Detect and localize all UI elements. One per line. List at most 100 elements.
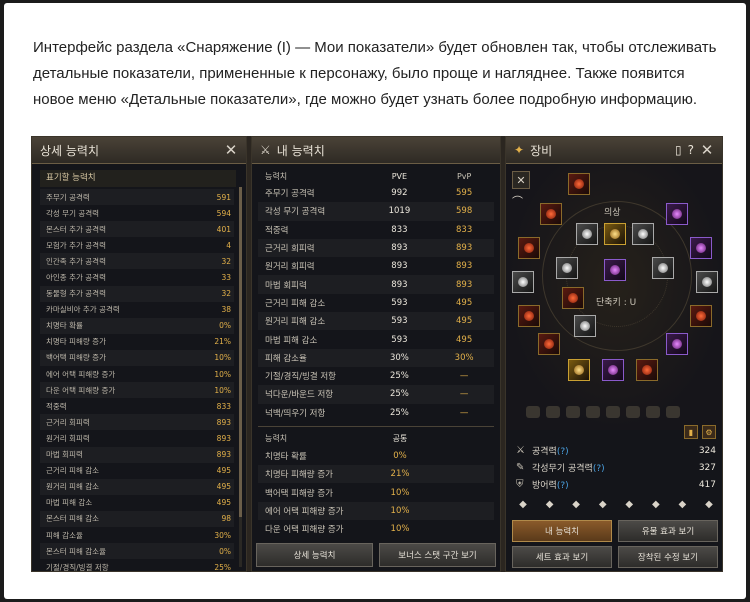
lantern-slot[interactable] [512, 271, 534, 293]
my-stats-panel: ⚔ 내 능력치 능력치 PVE PvP 주무기 공격력 992 595 각성 무기 공… [251, 136, 501, 572]
pvp-value: — [459, 389, 469, 400]
tool-icon[interactable] [666, 406, 680, 418]
gear-icon[interactable]: ⚙ [702, 425, 716, 439]
tool-slot[interactable] [574, 315, 596, 337]
list-item: 인간족 추가 공격력 32 [40, 253, 234, 270]
list-item: 동물형 추가 공격력 32 [40, 285, 234, 302]
document-icon[interactable]: ▯ [675, 143, 682, 157]
help-icon[interactable]: ? [688, 143, 694, 157]
tool-icon[interactable] [586, 406, 600, 418]
stat-value: 594 [216, 208, 231, 218]
awakening-sword-icon: ✎ [516, 462, 525, 473]
pve-value: 1019 [388, 206, 411, 217]
detail-stats-button[interactable]: 상세 능력치 [256, 543, 373, 567]
awakening-weapon-slot[interactable] [562, 287, 584, 309]
paw-icon[interactable]: ◆ [596, 499, 610, 513]
belt-slot[interactable] [690, 237, 712, 259]
tool-icon[interactable] [626, 406, 640, 418]
scrollbar-thumb[interactable] [239, 187, 242, 517]
earring-slot[interactable] [540, 203, 562, 225]
tool-icon[interactable] [646, 406, 660, 418]
necklace-slot[interactable] [518, 237, 540, 259]
stat-value: 893 [216, 450, 231, 460]
help-link[interactable]: (?) [593, 464, 605, 474]
stat-value: 98 [221, 514, 231, 524]
col-common-header: 공통 [392, 434, 408, 444]
equipment-stat-row: ⚔ 공격력(?) 324 [516, 442, 716, 459]
close-icon[interactable]: ✕ [700, 141, 714, 159]
scrollbar[interactable] [239, 187, 242, 567]
alchemy-stone-slot[interactable] [604, 259, 626, 281]
detail-stats-panel: 상세 능력치 ✕ 표기할 능력치 주무기 공격력 591 각성 무기 공격력 594 몬… [31, 136, 247, 572]
stat-value: 4 [226, 240, 231, 250]
pve-value: 833 [391, 224, 408, 235]
bonus-stat-range-button[interactable]: 보너스 스탯 구간 보기 [379, 543, 496, 567]
table-row: 에어 어택 피해량 증가 10% [258, 501, 494, 521]
equipment-title: 장비 [530, 143, 553, 158]
list-item: 카마실비아 추가 공격력 38 [40, 302, 234, 318]
help-link[interactable]: (?) [557, 481, 569, 491]
lock-icon[interactable]: ▮ [684, 425, 698, 439]
ring-slot[interactable] [666, 203, 688, 225]
my-stats-button[interactable]: 내 능력치 [512, 520, 612, 542]
shield-icon[interactable]: ◆ [516, 499, 530, 513]
help-link[interactable]: (?) [557, 447, 569, 457]
bow-icon[interactable]: ⌒ [512, 193, 523, 209]
tool-icon[interactable] [606, 406, 620, 418]
stat-value: 833 [216, 401, 231, 411]
mask-icon[interactable]: ◆ [543, 499, 557, 513]
pet-slot[interactable] [696, 271, 718, 293]
gloves-slot[interactable] [666, 333, 688, 355]
list-item: 몬스터 피해 감소율 0% [40, 543, 234, 560]
stat-name: 마법 피해 감소 [265, 335, 318, 346]
stat-value: 327 [698, 462, 716, 473]
pve-value: 893 [391, 279, 408, 290]
list-item: 피해 감소율 30% [40, 527, 234, 543]
costume-weapon-slot[interactable] [652, 257, 674, 279]
stat-name: 인간족 추가 공격력 [46, 256, 106, 266]
tool-icon[interactable] [546, 406, 560, 418]
pve-pvp-rows: 주무기 공격력 992 595 각성 무기 공격력 1019 598 적중력 833 833 근거… [258, 184, 494, 422]
stat-name: 넉다운/바운드 저항 [265, 390, 334, 401]
bust-icon[interactable]: ◆ [675, 499, 689, 513]
fist-icon[interactable]: ◆ [649, 499, 663, 513]
helmet-slot[interactable] [568, 173, 590, 195]
common-value: 21% [390, 469, 410, 480]
close-icon[interactable]: ✕ [224, 141, 238, 159]
stat-name: 원거리 피해 감소 [265, 317, 326, 328]
sword-toggle-icon[interactable]: ✕ [512, 171, 530, 189]
list-item: 에어 어택 피해량 증가 10% [40, 366, 234, 382]
pvp-value: 595 [456, 188, 473, 199]
stat-name: 원거리 피해 감소 [46, 482, 100, 492]
costume-shoes-slot[interactable] [556, 257, 578, 279]
badge-icon[interactable]: ◆ [702, 499, 716, 513]
costume-body-slot[interactable] [604, 223, 626, 245]
tool-icon[interactable] [526, 406, 540, 418]
costume-head-slot[interactable] [576, 223, 598, 245]
stat-name: 근거리 회피력 [265, 244, 315, 255]
list-item: 몬스터 피해 감소 98 [40, 510, 234, 527]
costume-label: 의상 [604, 208, 621, 218]
stat-value: 0% [219, 321, 231, 331]
artifact-slot[interactable] [636, 359, 658, 381]
shortcut-label: 단축키 : U [596, 298, 637, 308]
helmet-icon[interactable]: ◆ [569, 499, 583, 513]
common-value: 10% [390, 487, 410, 498]
stat-name: 적중력 [46, 401, 67, 411]
table-header: 능력치 공통 [258, 431, 494, 447]
armor-slot[interactable] [538, 333, 560, 355]
wolf-icon[interactable]: ◆ [622, 499, 636, 513]
equipped-crystal-button[interactable]: 장착된 수정 보기 [618, 546, 718, 568]
equipment-panel: ✦ 장비 ▯ ? ✕ ✕ ⌒ 의상 단축키 : U ▮ ⚙ ⚔ 공격력(?) 3… [505, 136, 723, 572]
boots-slot[interactable] [602, 359, 624, 381]
table-row: 넉백/띄우기 저항 25% — [258, 404, 494, 422]
sub-weapon-slot[interactable] [690, 305, 712, 327]
artifact-effect-button[interactable]: 유물 효과 보기 [618, 520, 718, 542]
shoes-slot[interactable] [568, 359, 590, 381]
tool-icon[interactable] [566, 406, 580, 418]
stat-name: 원거리 회피력 [46, 433, 90, 443]
stat-name: 주무기 공격력 [46, 192, 90, 202]
main-weapon-slot[interactable] [518, 305, 540, 327]
costume-hands-slot[interactable] [632, 223, 654, 245]
set-effect-button[interactable]: 세트 효과 보기 [512, 546, 612, 568]
